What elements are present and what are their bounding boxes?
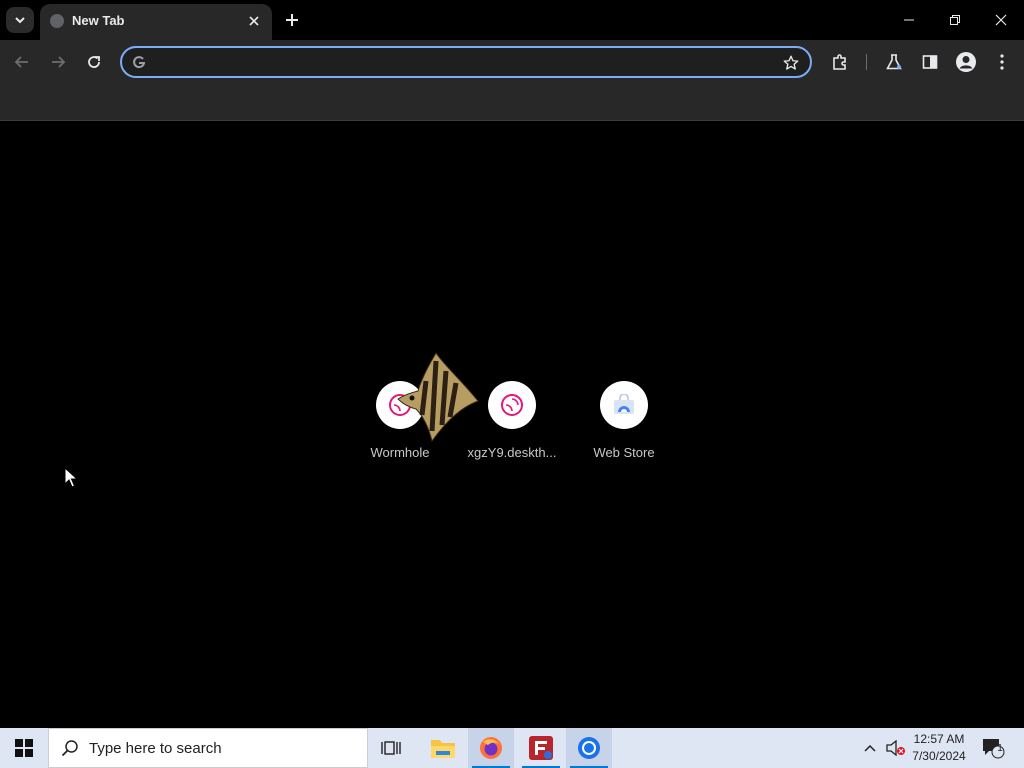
filezilla-button[interactable]: [518, 728, 564, 768]
more-vert-icon: [1000, 54, 1004, 70]
chevron-down-icon: [15, 17, 25, 24]
toolbar-divider: [866, 54, 867, 70]
web-store-icon: [614, 394, 634, 414]
file-explorer-button[interactable]: [420, 728, 466, 768]
reload-button[interactable]: [82, 50, 106, 74]
restore-icon: [950, 15, 960, 25]
extensions-button[interactable]: [828, 50, 852, 74]
menu-button[interactable]: [990, 50, 1014, 74]
arrow-left-icon: [14, 56, 28, 68]
close-icon: [995, 14, 1007, 26]
clock-time: 12:57 AM: [913, 732, 965, 746]
shortcut-label: Wormhole: [370, 445, 430, 460]
shortcut-icon-circle: [488, 381, 536, 429]
reload-icon: [88, 56, 100, 68]
tab-close-button[interactable]: [244, 11, 264, 31]
angelfish-icon: [397, 352, 479, 443]
tab-new-tab[interactable]: New Tab: [40, 4, 272, 40]
close-icon: [249, 16, 259, 26]
globe-icon: [50, 14, 64, 28]
volume-muted-icon: [886, 740, 905, 756]
notification-count: 1: [997, 743, 1003, 754]
chrome-button[interactable]: [566, 728, 612, 768]
filezilla-icon: [529, 736, 553, 760]
side-panel-button[interactable]: [918, 50, 942, 74]
search-icon: [61, 740, 78, 757]
volume-button[interactable]: [884, 728, 908, 768]
star-icon[interactable]: [782, 54, 800, 72]
address-bar[interactable]: [120, 46, 812, 78]
firefox-button[interactable]: [468, 728, 514, 768]
new-tab-button[interactable]: [280, 8, 304, 32]
tab-search-button[interactable]: [6, 7, 34, 33]
firefox-icon: [480, 737, 502, 759]
chrome-icon: [578, 737, 600, 759]
minimize-icon: [904, 19, 914, 21]
minimize-button[interactable]: [886, 0, 932, 40]
browser-titlebar: New Tab: [0, 0, 1024, 40]
arrow-right-icon: [52, 56, 66, 68]
side-panel-icon: [922, 55, 938, 69]
address-input[interactable]: [154, 52, 778, 76]
google-g-icon: [133, 56, 146, 69]
windows-taskbar: Type here to search 12:57 AM 7/30/2024 1: [0, 728, 1024, 768]
windows-logo-icon: [15, 739, 33, 757]
back-button[interactable]: [10, 50, 34, 74]
profile-button[interactable]: [954, 50, 978, 74]
show-hidden-icons-button[interactable]: [858, 728, 882, 768]
new-tab-page: Wormhole xgzY9.deskth... Web Store: [0, 121, 1024, 728]
tab-title: New Tab: [72, 13, 125, 28]
clock-date: 7/30/2024: [912, 749, 966, 763]
close-window-button[interactable]: [978, 0, 1024, 40]
wormhole-icon: [501, 394, 523, 416]
forward-button[interactable]: [46, 50, 70, 74]
plus-icon: [286, 14, 298, 26]
flask-icon: [886, 54, 902, 70]
shortcut-web-store[interactable]: Web Store: [568, 381, 680, 481]
restore-button[interactable]: [932, 0, 978, 40]
shortcut-label: Web Store: [593, 445, 655, 460]
labs-button[interactable]: [882, 50, 906, 74]
chevron-up-icon: [864, 744, 876, 752]
bookmarks-bar: [0, 84, 1024, 121]
account-icon: [956, 52, 976, 72]
puzzle-icon: [833, 54, 846, 70]
mouse-cursor-icon: [64, 467, 78, 488]
notifications-button[interactable]: 1: [978, 728, 1008, 768]
task-view-icon: [381, 741, 401, 755]
system-clock[interactable]: 12:57 AM 7/30/2024: [908, 731, 970, 765]
start-button[interactable]: [0, 728, 48, 768]
shortcut-label: xgzY9.deskth...: [467, 445, 557, 460]
search-placeholder: Type here to search: [89, 740, 222, 757]
taskbar-search[interactable]: Type here to search: [48, 728, 368, 768]
browser-toolbar: [0, 40, 1024, 84]
task-view-button[interactable]: [368, 728, 414, 768]
shortcut-icon-circle: [600, 381, 648, 429]
folder-icon: [431, 740, 455, 758]
